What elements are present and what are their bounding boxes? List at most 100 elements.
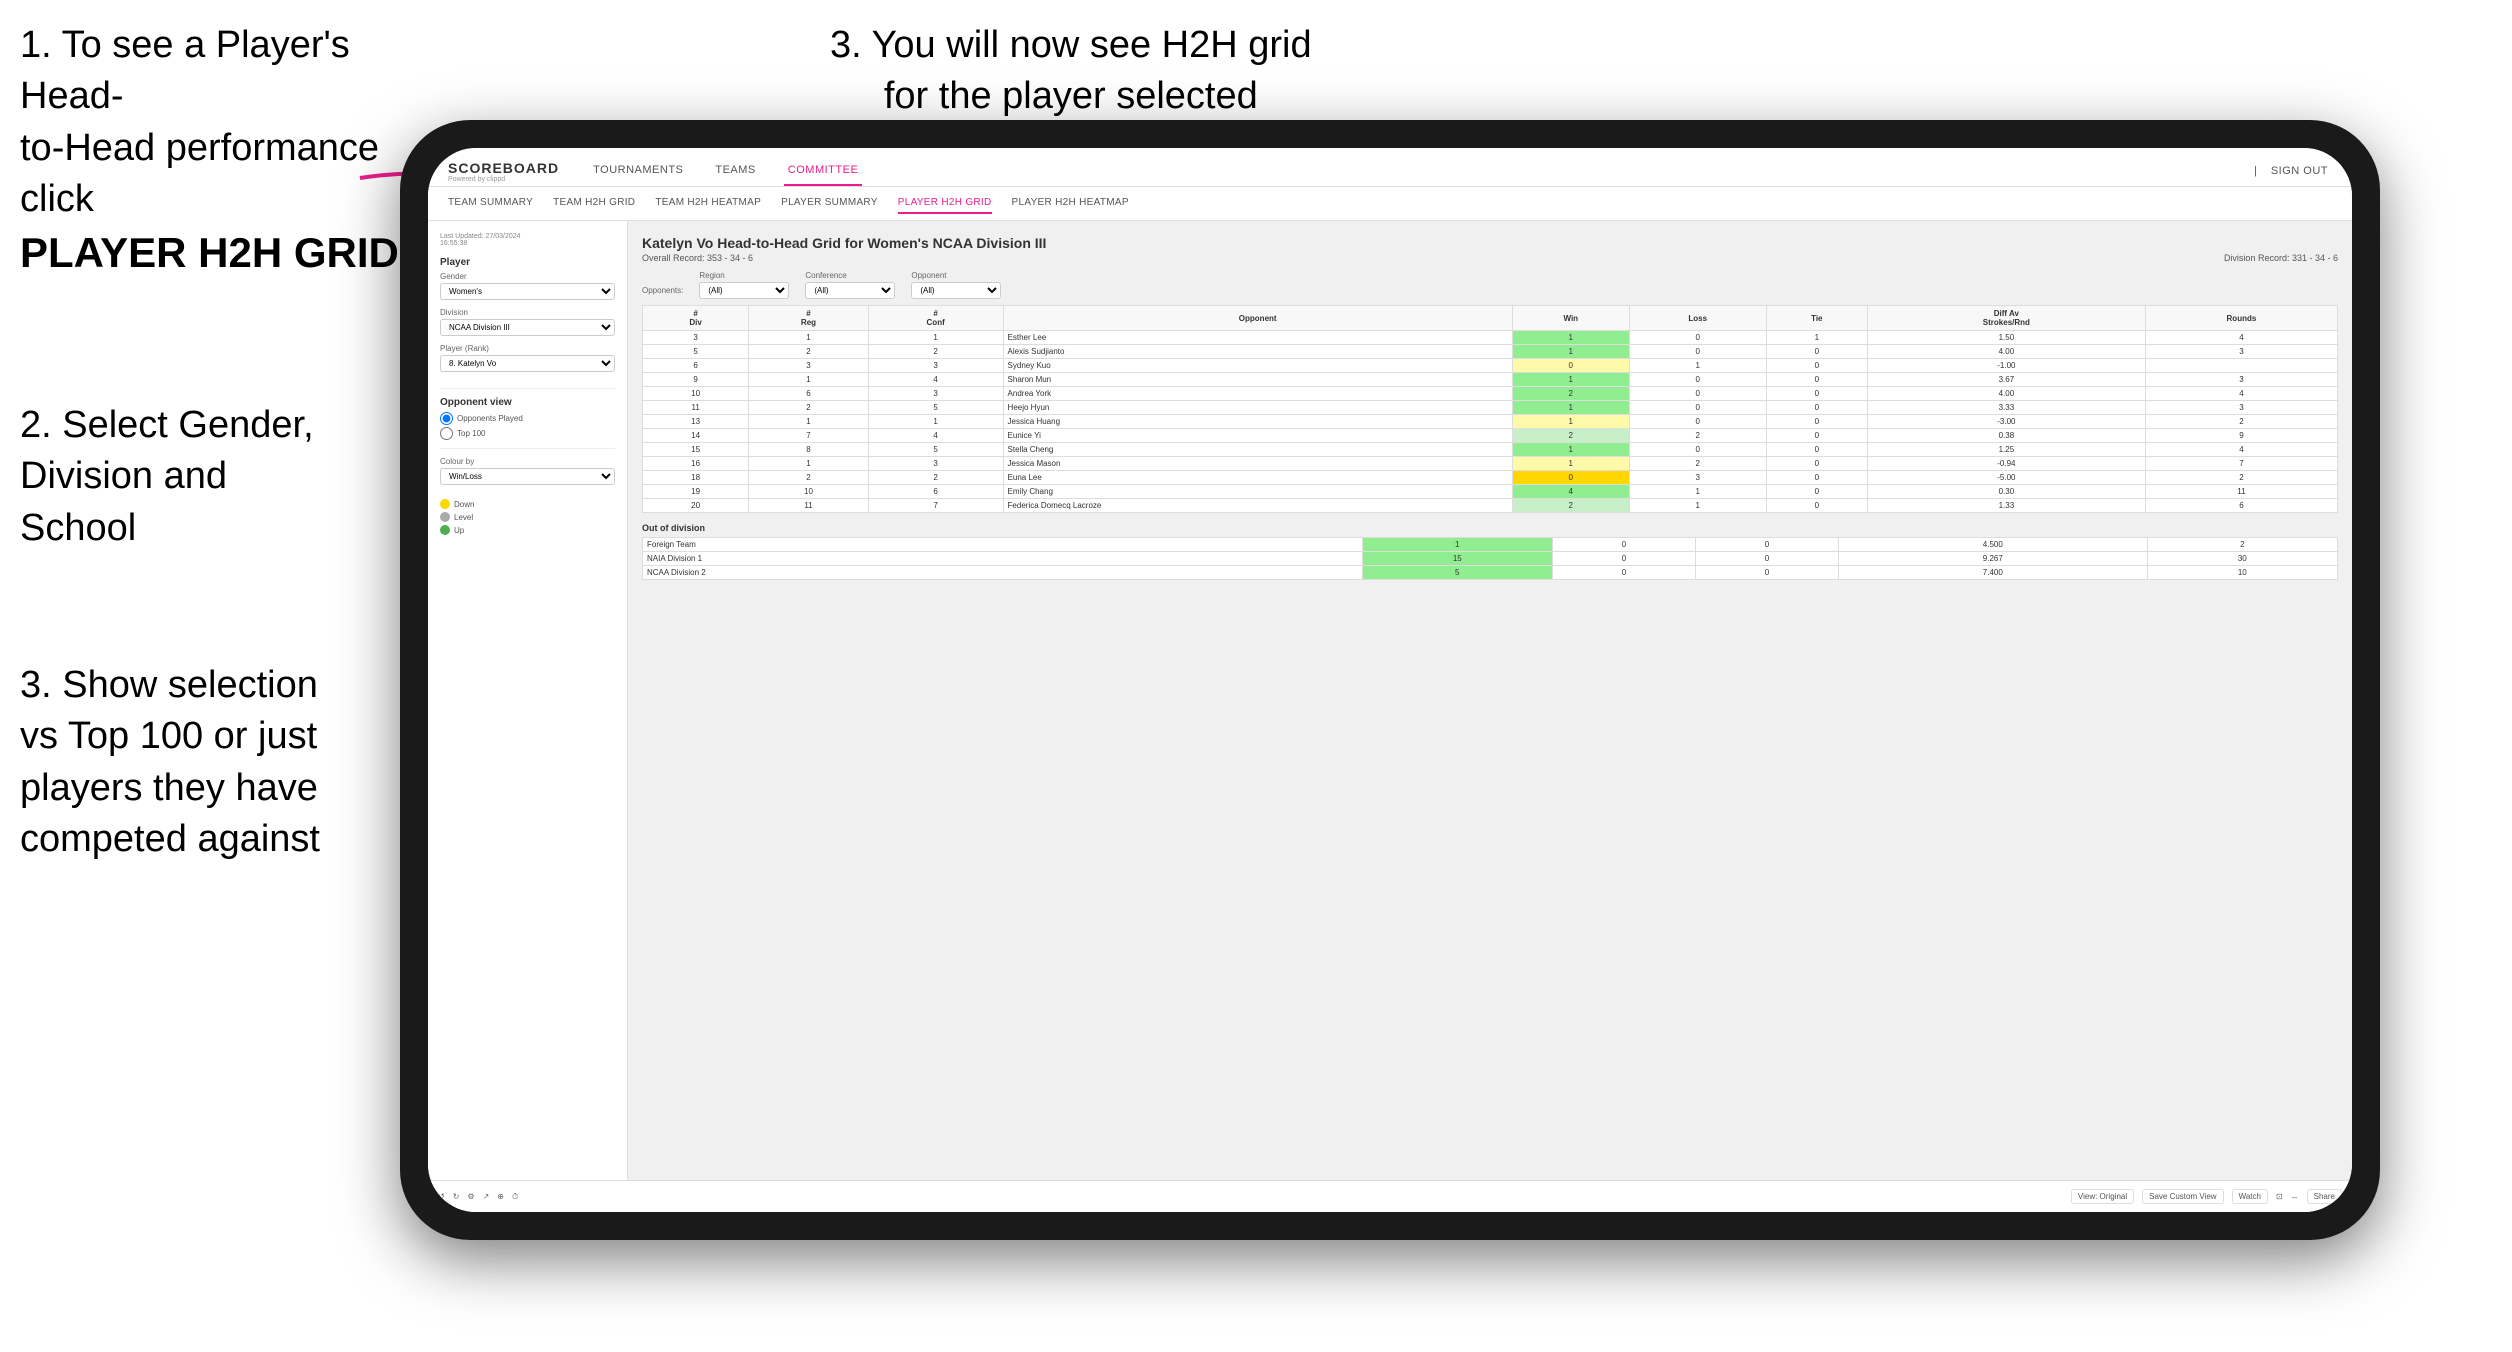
nav-separator: | xyxy=(2254,165,2257,177)
cell-conf: 2 xyxy=(868,345,1003,359)
out-cell-diff: 4.500 xyxy=(1838,538,2147,552)
watch-label: Watch xyxy=(2239,1192,2261,1201)
cell-diff: 1.25 xyxy=(1867,443,2145,457)
cell-div: 10 xyxy=(643,387,749,401)
colour-legend: Down Level Up xyxy=(440,499,615,535)
cell-reg: 1 xyxy=(749,457,868,471)
cell-loss: 0 xyxy=(1629,443,1766,457)
region-filter-select[interactable]: (All) xyxy=(699,282,789,299)
out-cell-opponent: NCAA Division 2 xyxy=(643,566,1363,580)
annotation-topright: 3. You will now see H2H gridfor the play… xyxy=(830,20,1312,123)
cell-rounds: 4 xyxy=(2145,387,2337,401)
table-row: 11 2 5 Heejo Hyun 1 0 0 3.33 3 xyxy=(643,401,2338,415)
nav-tournaments[interactable]: TOURNAMENTS xyxy=(589,156,687,186)
col-div: #Div xyxy=(643,306,749,331)
legend-up: Up xyxy=(440,525,615,535)
cell-conf: 4 xyxy=(868,373,1003,387)
cell-conf: 6 xyxy=(868,485,1003,499)
division-select[interactable]: NCAA Division III NCAA Division I NCAA D… xyxy=(440,319,615,336)
nav-teams[interactable]: TEAMS xyxy=(711,156,759,186)
cell-conf: 5 xyxy=(868,401,1003,415)
sidebar: Last Updated: 27/03/202416:55:38 Player … xyxy=(428,221,628,1210)
cell-win: 1 xyxy=(1512,457,1629,471)
cell-reg: 1 xyxy=(749,373,868,387)
cell-conf: 7 xyxy=(868,499,1003,513)
cell-tie: 0 xyxy=(1766,345,1867,359)
radio-top100[interactable]: Top 100 xyxy=(440,427,615,440)
cell-opponent: Jessica Mason xyxy=(1003,457,1512,471)
opponent-filter-label: Opponent xyxy=(911,271,1001,280)
out-cell-win: 5 xyxy=(1362,566,1552,580)
colour-by-select[interactable]: Win/Loss xyxy=(440,468,615,485)
toolbar-icon6[interactable]: ↔ xyxy=(2291,1192,2299,1201)
cell-conf: 4 xyxy=(868,429,1003,443)
nav-signout[interactable]: Sign out xyxy=(2267,157,2332,185)
cell-tie: 0 xyxy=(1766,471,1867,485)
player-rank-select[interactable]: 8. Katelyn Vo xyxy=(440,355,615,372)
subnav-player-h2h-grid[interactable]: PLAYER H2H GRID xyxy=(898,193,992,214)
colour-by-label: Colour by xyxy=(440,457,615,466)
conference-filter-select[interactable]: (All) xyxy=(805,282,895,299)
out-cell-win: 1 xyxy=(1362,538,1552,552)
cell-opponent: Emily Chang xyxy=(1003,485,1512,499)
out-cell-tie: 0 xyxy=(1695,552,1838,566)
out-cell-tie: 0 xyxy=(1695,566,1838,580)
watch-btn[interactable]: Watch xyxy=(2232,1189,2268,1204)
down-dot xyxy=(440,499,450,509)
cell-win: 1 xyxy=(1512,443,1629,457)
cell-tie: 0 xyxy=(1766,401,1867,415)
subnav-player-h2h-heatmap[interactable]: PLAYER H2H HEATMAP xyxy=(1012,193,1129,214)
opponents-label: Opponents: xyxy=(642,286,683,299)
filter-opponent: Opponent (All) xyxy=(911,271,1001,299)
subnav-player-summary[interactable]: PLAYER SUMMARY xyxy=(781,193,878,214)
table-row: 10 6 3 Andrea York 2 0 0 4.00 4 xyxy=(643,387,2338,401)
out-cell-diff: 9.267 xyxy=(1838,552,2147,566)
cell-loss: 0 xyxy=(1629,373,1766,387)
cell-reg: 2 xyxy=(749,345,868,359)
out-of-division: Out of division Foreign Team 1 0 0 4.500… xyxy=(642,523,2338,580)
cell-opponent: Stella Cheng xyxy=(1003,443,1512,457)
cell-loss: 0 xyxy=(1629,401,1766,415)
out-division-row: NCAA Division 2 5 0 0 7.400 10 xyxy=(643,566,2338,580)
subnav-team-h2h-heatmap[interactable]: TEAM H2H HEATMAP xyxy=(655,193,761,214)
cell-conf: 5 xyxy=(868,443,1003,457)
opponent-filter-select[interactable]: (All) xyxy=(911,282,1001,299)
sidebar-divider2 xyxy=(440,448,615,449)
cell-div: 13 xyxy=(643,415,749,429)
cell-diff: 0.30 xyxy=(1867,485,2145,499)
out-of-division-title: Out of division xyxy=(642,523,2338,533)
radio-opponents-played[interactable]: Opponents Played xyxy=(440,412,615,425)
cell-win: 4 xyxy=(1512,485,1629,499)
subnav-team-summary[interactable]: TEAM SUMMARY xyxy=(448,193,533,214)
grid-records: Overall Record: 353 - 34 - 6 Division Re… xyxy=(642,253,2338,263)
col-loss: Loss xyxy=(1629,306,1766,331)
share-btn[interactable]: Share xyxy=(2307,1189,2342,1204)
out-cell-opponent: NAIA Division 1 xyxy=(643,552,1363,566)
tablet: SCOREBOARD Powered by clippd TOURNAMENTS… xyxy=(400,120,2380,1240)
cell-rounds xyxy=(2145,359,2337,373)
gender-select[interactable]: Women's Men's xyxy=(440,283,615,300)
cell-reg: 7 xyxy=(749,429,868,443)
nav-committee[interactable]: COMMITTEE xyxy=(784,156,863,186)
cell-conf: 3 xyxy=(868,387,1003,401)
overall-record: Overall Record: 353 - 34 - 6 xyxy=(642,253,753,263)
cell-tie: 0 xyxy=(1766,387,1867,401)
save-custom-view-btn[interactable]: Save Custom View xyxy=(2142,1189,2223,1204)
player-rank-label: Player (Rank) xyxy=(440,344,615,353)
grid-title: Katelyn Vo Head-to-Head Grid for Women's… xyxy=(642,235,2338,251)
toolbar-icon5[interactable]: ⊡ xyxy=(2276,1192,2283,1201)
cell-rounds: 4 xyxy=(2145,443,2337,457)
subnav-team-h2h-grid[interactable]: TEAM H2H GRID xyxy=(553,193,635,214)
cell-rounds: 3 xyxy=(2145,373,2337,387)
cell-conf: 2 xyxy=(868,471,1003,485)
table-row: 9 1 4 Sharon Mun 1 0 0 3.67 3 xyxy=(643,373,2338,387)
table-row: 18 2 2 Euna Lee 0 3 0 -5.00 2 xyxy=(643,471,2338,485)
cell-loss: 0 xyxy=(1629,387,1766,401)
cell-opponent: Heejo Hyun xyxy=(1003,401,1512,415)
cell-tie: 1 xyxy=(1766,331,1867,345)
cell-conf: 1 xyxy=(868,415,1003,429)
cell-opponent: Sydney Kuo xyxy=(1003,359,1512,373)
cell-win: 1 xyxy=(1512,373,1629,387)
cell-win: 1 xyxy=(1512,401,1629,415)
view-original-btn[interactable]: View: Original xyxy=(2071,1189,2134,1204)
